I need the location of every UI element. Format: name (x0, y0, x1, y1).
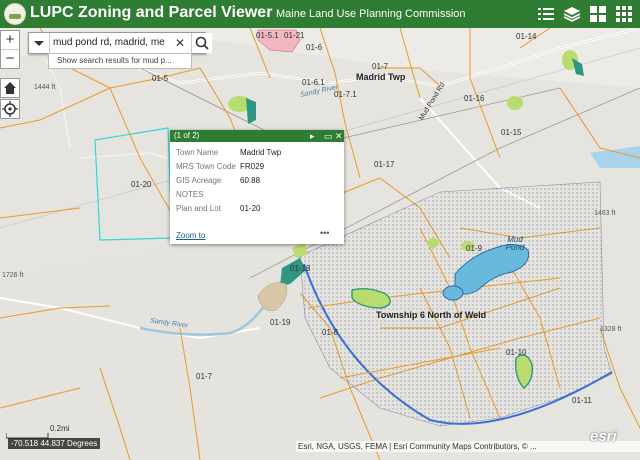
popup-header: (1 of 2) ▸ ▭ ✕ (170, 130, 344, 142)
parcel-label: 01-15 (501, 128, 522, 137)
parcel-label: 01-18 (290, 264, 311, 273)
dock-icon[interactable]: ▭ (324, 130, 333, 142)
parcel-label: 01-8 (322, 328, 339, 337)
parcel-label: 01-9 (466, 244, 483, 253)
parcel-label: 01-7.1 (334, 90, 357, 99)
app-header: LUPC Zoning and Parcel Viewer Maine Land… (0, 0, 640, 28)
coordinate-readout: -70.518 44.837 Degrees (8, 438, 101, 449)
elevation-label: 1463 ft (594, 210, 616, 217)
lupc-logo (4, 3, 26, 25)
zoom-in-button[interactable]: + (1, 31, 19, 50)
parcel-label: 01-6.1 (302, 78, 325, 87)
parcel-label: 01-6 (306, 43, 323, 52)
field-value (240, 190, 285, 204)
grid-icon[interactable] (614, 4, 634, 24)
parcel-label: 01-21 (284, 31, 305, 40)
more-actions-button[interactable]: ••• (320, 228, 329, 238)
app-title: LUPC Zoning and Parcel Viewer (30, 4, 273, 21)
parcel-label: 01-16 (464, 94, 485, 103)
elevation-label: 1328 ft (600, 326, 622, 333)
feature-popup: (1 of 2) ▸ ▭ ✕ Town Name Madrid Twp MRS T… (170, 130, 344, 244)
field-label: NOTES (176, 190, 204, 199)
clear-search-button[interactable]: ✕ (175, 35, 187, 51)
place-label-madrid: Madrid Twp (356, 72, 406, 82)
parcel-label: 01-7 (196, 372, 213, 381)
agency-name: Maine Land Use Planning Commission (276, 8, 466, 20)
next-feature-icon[interactable]: ▸ (310, 130, 315, 142)
parcel-label: 01-5.1 (256, 31, 279, 40)
search-suggestion[interactable]: Show search results for mud p... (48, 53, 192, 69)
zoom-to-link[interactable]: Zoom to (176, 231, 205, 240)
search-source-dropdown[interactable] (29, 33, 50, 53)
field-value: FR029 (240, 162, 265, 171)
parcel-label: 01-10 (506, 348, 527, 357)
parcel-label: 01-5 (152, 74, 169, 83)
field-label: Town Name (176, 148, 219, 157)
home-icon (4, 82, 16, 94)
home-button[interactable] (0, 78, 20, 98)
search-input[interactable] (53, 35, 171, 49)
locate-icon (2, 101, 18, 117)
field-label: Plan and Lot (176, 204, 221, 213)
search-widget: ✕ (28, 32, 212, 54)
popup-field-row: GIS Acreage 60.88 (176, 176, 285, 190)
basemap-gallery-icon[interactable] (588, 4, 608, 24)
parcel-label: 01-11 (572, 396, 592, 405)
popup-field-row: Plan and Lot 01-20 (176, 204, 285, 218)
field-value: 01-20 (240, 204, 261, 213)
elevation-label: 1444 ft (34, 84, 56, 91)
field-value: 60.88 (240, 176, 261, 185)
parcel-label: 01-14 (516, 32, 537, 41)
search-button[interactable] (191, 33, 212, 53)
popup-title: (1 of 2) (174, 131, 200, 140)
popup-field-row: MRS Town Code FR029 (176, 162, 285, 176)
close-icon[interactable]: ✕ (335, 130, 343, 142)
esri-logo: esri (590, 428, 617, 445)
attribution[interactable]: Esri, NGA, USGS, FEMA | Esri Community M… (296, 441, 640, 452)
popup-fields: Town Name Madrid Twp MRS Town Code FR029 G… (176, 148, 285, 218)
elevation-label: 1726 ft (2, 272, 24, 279)
popup-field-row: NOTES (176, 190, 285, 204)
popup-field-row: Town Name Madrid Twp (176, 148, 285, 162)
place-label-township: Township 6 North of Weld (376, 310, 487, 320)
list-icon[interactable] (536, 4, 556, 24)
parcel-label: 01-17 (374, 160, 395, 169)
locate-button[interactable] (0, 99, 20, 119)
zoom-out-button[interactable]: − (1, 50, 19, 68)
parcel-label: 01-20 (131, 180, 152, 189)
pond-label: Mud Pond (505, 235, 525, 252)
field-label: GIS Acreage (176, 176, 222, 185)
parcel-label: 01-19 (270, 318, 291, 327)
parcel-label: 01-7 (372, 62, 389, 71)
zoom-control: + − (0, 30, 20, 69)
search-icon (195, 36, 209, 50)
field-label: MRS Town Code (176, 162, 236, 171)
layers-icon[interactable] (562, 4, 582, 24)
field-value: Madrid Twp (240, 148, 282, 157)
scale-label: 0.2mi (50, 424, 70, 433)
map-view[interactable]: 01-5.1 01-21 01-6 01-7 01-14 01-6.1 01-7… (0, 28, 640, 460)
